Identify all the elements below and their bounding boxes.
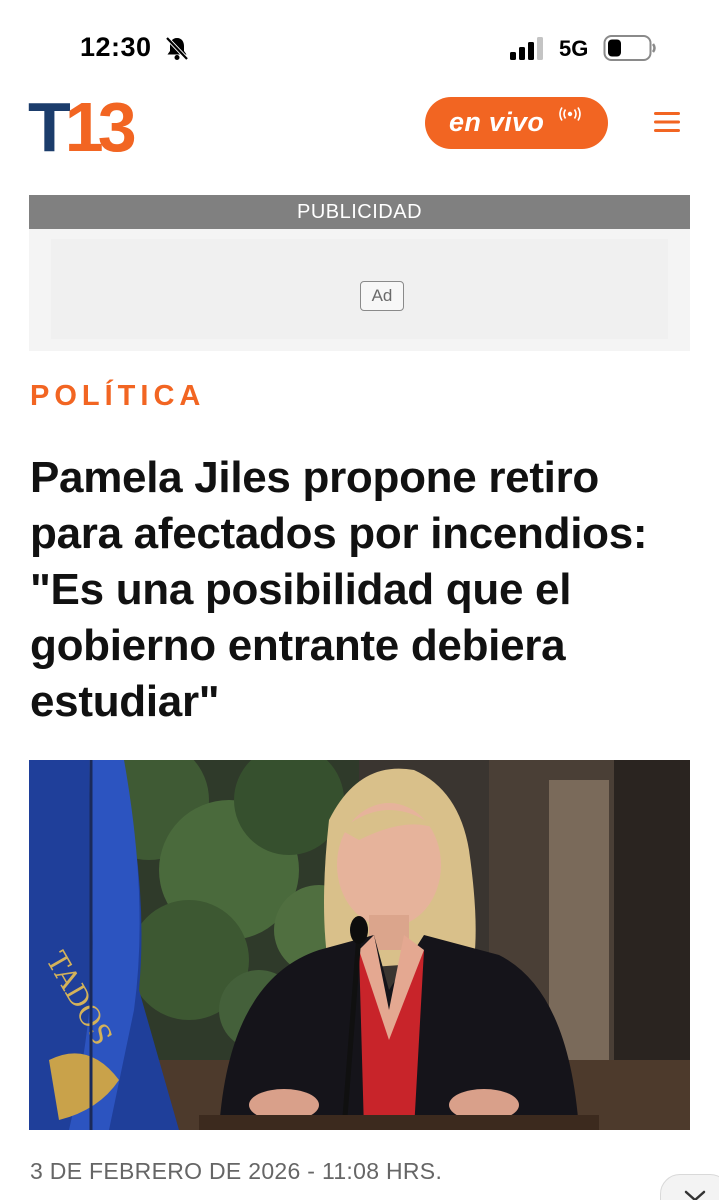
logo-13: 13 bbox=[64, 88, 137, 166]
article-photo-illustration: TADOS bbox=[29, 760, 690, 1130]
article-category[interactable]: POLÍTICA bbox=[30, 380, 205, 413]
status-bar: 12:30 5G bbox=[0, 0, 719, 90]
ad-badge: Ad bbox=[360, 281, 404, 311]
advertising-label: PUBLICIDAD bbox=[29, 195, 690, 229]
site-header: T13 en vivo bbox=[0, 90, 719, 180]
article-date: 3 DE FEBRERO DE 2026 - 11:08 HRS. bbox=[30, 1158, 443, 1184]
bell-muted-icon bbox=[165, 36, 189, 61]
ad-placeholder: Ad bbox=[51, 239, 668, 339]
logo-t: T bbox=[28, 88, 71, 166]
article-photo[interactable]: TADOS bbox=[29, 760, 690, 1130]
live-button-label: en vivo bbox=[449, 107, 545, 137]
network-label: 5G bbox=[559, 36, 589, 61]
live-button[interactable]: en vivo bbox=[425, 97, 608, 149]
broadcast-icon bbox=[559, 107, 581, 121]
hamburger-menu-icon[interactable] bbox=[652, 108, 682, 136]
t13-logo[interactable]: T13 bbox=[28, 92, 137, 162]
ad-slot[interactable]: Ad bbox=[29, 229, 690, 351]
article-headline: Pamela Jiles propone retiro para afectad… bbox=[30, 453, 648, 726]
signal-icon bbox=[510, 37, 543, 60]
chevron-down-icon bbox=[684, 1190, 706, 1200]
close-ad-button[interactable] bbox=[660, 1174, 719, 1200]
status-time: 12:30 bbox=[80, 32, 152, 62]
battery-icon bbox=[603, 35, 656, 61]
